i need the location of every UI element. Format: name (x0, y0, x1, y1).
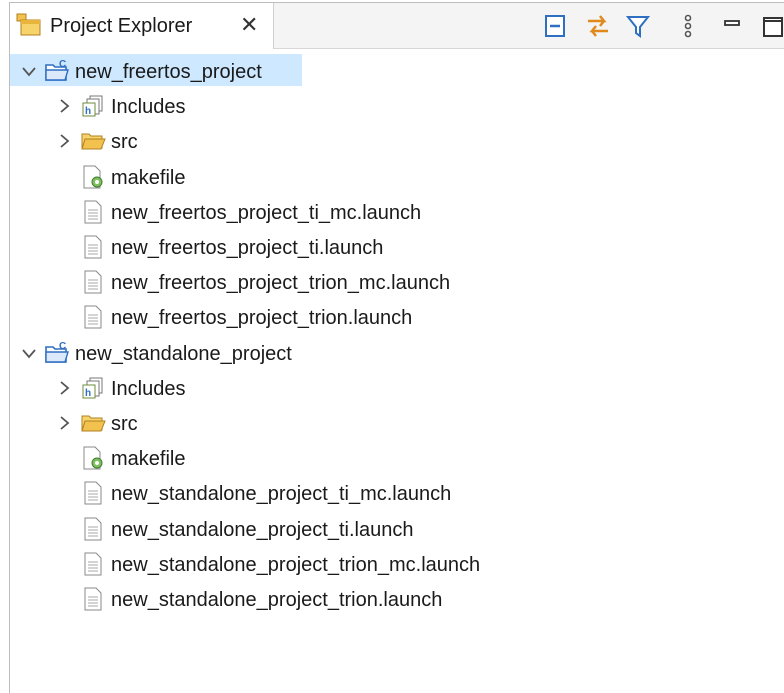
tree-item-label: src (111, 413, 138, 435)
tree-item-file[interactable]: new_freertos_project_ti.launch (0, 230, 775, 264)
makefile-icon (80, 164, 106, 190)
tree-item-folder[interactable]: src (0, 124, 775, 158)
link-with-editor-icon[interactable] (584, 12, 612, 40)
filter-icon[interactable] (624, 12, 652, 40)
tree-item-includes[interactable]: h Includes (0, 371, 775, 405)
project-icon: C (44, 58, 70, 84)
file-icon (80, 586, 106, 612)
file-icon (80, 199, 106, 225)
file-icon (80, 269, 106, 295)
makefile-icon (80, 445, 106, 471)
file-icon (80, 304, 106, 330)
tree-item-includes[interactable]: h Includes (0, 89, 775, 123)
view-menu-icon[interactable] (676, 12, 704, 40)
svg-text:h: h (85, 106, 91, 117)
tree-item-folder[interactable]: src (0, 406, 775, 440)
folder-icon (80, 410, 106, 436)
project-icon: C (44, 340, 70, 366)
svg-text:C: C (59, 341, 66, 352)
tab-label: Project Explorer (50, 15, 193, 37)
includes-icon: h (80, 375, 106, 401)
file-icon (80, 480, 106, 506)
tree-item-label: new_standalone_project_trion.launch (111, 589, 443, 611)
tree-item-file[interactable]: new_standalone_project_trion_mc.launch (0, 547, 775, 581)
maximize-icon[interactable] (758, 12, 784, 40)
tree-item-project[interactable]: C new_standalone_project (0, 336, 775, 370)
tab-project-explorer[interactable]: Project Explorer ✕ (10, 3, 274, 49)
tree-item-label: new_freertos_project_ti_mc.launch (111, 201, 422, 224)
chevron-right-icon[interactable] (56, 413, 74, 433)
tree-item-label: new_standalone_project_ti.launch (111, 518, 414, 541)
tree-item-label: new_standalone_project_ti_mc.launch (111, 483, 452, 506)
svg-text:h: h (85, 388, 91, 399)
tree-item-label: makefile (111, 448, 186, 471)
svg-text:C: C (59, 59, 66, 70)
chevron-right-icon[interactable] (56, 131, 74, 151)
chevron-down-icon[interactable] (20, 61, 38, 81)
includes-icon: h (80, 93, 106, 119)
tree-item-label: new_freertos_project_trion.launch (111, 307, 413, 330)
tree-item-file[interactable]: new_standalone_project_trion.launch (0, 582, 775, 616)
folder-icon (80, 128, 106, 154)
tree-item-file[interactable]: new_freertos_project_trion.launch (0, 300, 775, 334)
tree-item-label: Includes (111, 96, 186, 119)
view-tab-bar: Project Explorer ✕ (10, 3, 784, 49)
tree-item-label: new_freertos_project_trion_mc.launch (111, 272, 451, 295)
tree-item-file[interactable]: new_freertos_project_ti_mc.launch (0, 195, 775, 229)
file-icon (80, 551, 106, 577)
chevron-right-icon[interactable] (56, 96, 74, 116)
project-explorer-icon (16, 13, 42, 37)
tree-item-label: Includes (111, 377, 186, 400)
tree-item-label: makefile (111, 166, 186, 189)
tree-item-makefile[interactable]: makefile (0, 160, 775, 194)
tree-item-file[interactable]: new_standalone_project_ti_mc.launch (0, 476, 775, 510)
tree-item-label: new_freertos_project_ti.launch (111, 237, 384, 259)
close-icon[interactable]: ✕ (240, 13, 258, 37)
tree-item-label: new_standalone_project_trion_mc.launch (111, 553, 481, 576)
chevron-right-icon[interactable] (56, 378, 74, 398)
tree-item-label: new_freertos_project (75, 61, 262, 83)
chevron-down-icon[interactable] (20, 343, 38, 363)
tree-item-file[interactable]: new_freertos_project_trion_mc.launch (0, 265, 775, 299)
tree-item-project[interactable]: C new_freertos_project (0, 54, 775, 88)
tree-item-label: src (111, 131, 138, 154)
file-icon (80, 516, 106, 542)
tree-item-label: new_standalone_project (75, 342, 292, 365)
tree-item-file[interactable]: new_standalone_project_ti.launch (0, 512, 775, 546)
collapse-all-icon[interactable] (542, 12, 570, 40)
tree-item-makefile[interactable]: makefile (0, 441, 775, 475)
minimize-icon[interactable] (718, 12, 746, 40)
file-icon (80, 234, 106, 260)
